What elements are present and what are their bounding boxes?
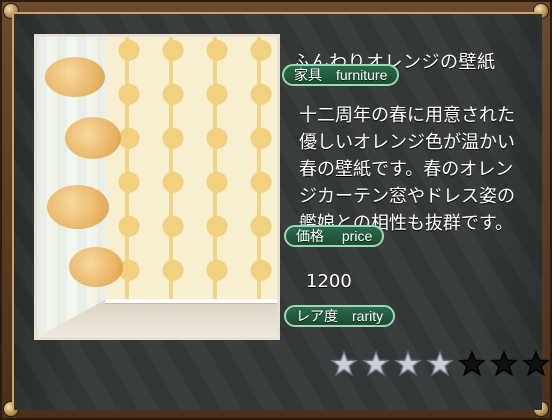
star-filled-icon	[330, 350, 358, 378]
description-line: 優しいオレンジ色が温かい	[299, 132, 515, 153]
star-filled-icon	[426, 350, 454, 378]
description-line: 十二周年の春に用意された	[299, 105, 515, 126]
item-preview-image	[34, 34, 280, 340]
baseboard	[105, 299, 277, 303]
item-info-window: ふんわりオレンジの壁紙 家具 furniture 十二周年の春に用意された 優し…	[0, 0, 552, 420]
wallpaper-right-wall	[107, 37, 277, 319]
price-tag: 価格 price	[284, 225, 385, 247]
rarity-stars	[330, 350, 550, 378]
item-description: 十二周年の春に用意された 優しいオレンジ色が温かい 春の壁紙です。春のオレン ジ…	[299, 102, 539, 237]
item-panel: ふんわりオレンジの壁紙 家具 furniture 十二周年の春に用意された 優し…	[14, 14, 550, 410]
star-empty-icon	[458, 350, 486, 378]
description-line: 春の壁紙です。春のオレン	[299, 159, 514, 180]
price-value: 1200	[306, 271, 352, 292]
flower-pattern	[47, 185, 109, 229]
description-line: ジカーテン窓やドレス姿の	[299, 186, 515, 207]
flower-pattern	[65, 117, 121, 159]
category-tag: 家具 furniture	[282, 64, 400, 86]
star-empty-icon	[490, 350, 518, 378]
star-filled-icon	[394, 350, 422, 378]
flower-pattern	[45, 57, 105, 97]
star-empty-icon	[522, 350, 550, 378]
rarity-tag: レア度 rarity	[284, 305, 396, 327]
flower-pattern	[69, 247, 123, 287]
star-filled-icon	[362, 350, 390, 378]
